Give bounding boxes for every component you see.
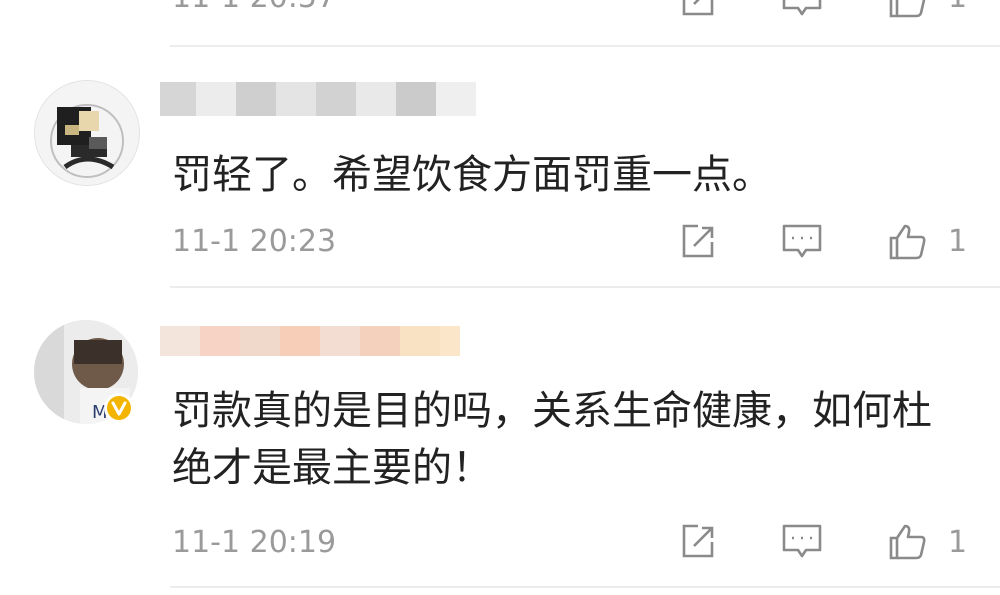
avatar[interactable] (34, 80, 140, 186)
share-icon[interactable] (676, 0, 720, 22)
like-icon[interactable] (886, 0, 930, 22)
comment-icon[interactable] (780, 0, 824, 22)
divider (170, 586, 1000, 588)
comment-text-line-1: 罚款真的是目的吗，关系生命健康，如何杜 (172, 388, 932, 434)
like-count: 1 (948, 224, 968, 259)
like-count: 1 (948, 525, 968, 560)
comment-icon[interactable] (780, 220, 824, 264)
comment-text-line-2: 绝才是最主要的！ (172, 445, 492, 491)
share-icon[interactable] (676, 520, 720, 564)
username-blurred[interactable] (160, 322, 460, 360)
divider (170, 45, 1000, 47)
comment-icon[interactable] (780, 520, 824, 564)
comment-text: 罚轻了。希望饮食方面罚重一点。 (172, 152, 772, 198)
verified-badge-icon (103, 392, 135, 424)
comment-timestamp: 11-1 20:19 (172, 525, 337, 560)
username-blurred[interactable] (160, 80, 490, 118)
like-icon[interactable] (886, 520, 930, 564)
like-icon[interactable] (886, 220, 930, 264)
comment-timestamp: 11-1 20:57 (172, 0, 336, 16)
divider (170, 286, 1000, 288)
share-icon[interactable] (676, 220, 720, 264)
like-count: 1 (948, 0, 967, 16)
comment-timestamp: 11-1 20:23 (172, 224, 337, 259)
